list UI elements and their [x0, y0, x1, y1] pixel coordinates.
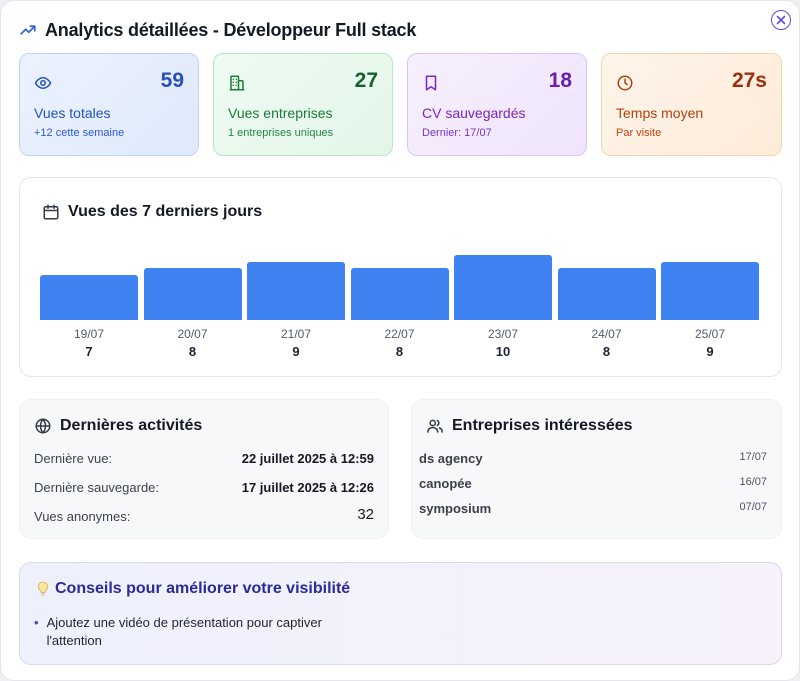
close-button[interactable] [771, 10, 791, 30]
calendar-icon [43, 204, 59, 220]
stat-label: Vues totales [34, 105, 111, 121]
company-date: 17/07 [739, 451, 767, 463]
lightbulb-icon [38, 581, 48, 597]
tips-panel: Conseils pour améliorer votre visibilité… [19, 562, 782, 665]
tip-text: Ajoutez une vidéo de présentation pour c… [46, 615, 322, 648]
company-date: 07/07 [739, 501, 767, 513]
companies-header: Entreprises intéressées [426, 417, 633, 435]
chart-bar[interactable] [454, 255, 552, 320]
chart-value-label: 9 [292, 344, 300, 359]
activity-value: 32 [357, 506, 374, 523]
chart-bar[interactable] [350, 268, 449, 320]
companies-panel: Entreprises intéressées ds agency 17/07 … [411, 399, 782, 539]
tips-title: Conseils pour améliorer votre visibilité [55, 580, 351, 597]
modal-title: Analytics détaillées - Développeur Full … [45, 19, 417, 40]
stat-label: CV sauvegardés [422, 105, 526, 121]
bullet-icon: • [34, 615, 39, 630]
chart-x-label: 19/07 [73, 327, 105, 341]
stat-sub: 1 entreprises uniques [228, 127, 334, 139]
chart-x-label: 22/07 [384, 327, 415, 341]
activity-row: Dernière vue: 22 juillet 2025 à 12:59 [34, 451, 374, 466]
bar-chart: 19/07 7 20/07 8 21/07 9 22/07 8 23/07 10 24/07 8 25/… [40, 248, 760, 368]
tip-item: • Ajoutez une vidéo de présentation pour… [34, 614, 374, 650]
chart-value-label: 8 [602, 344, 611, 359]
stat-card-average-time: 27s Temps moyen Par visite [601, 53, 782, 156]
globe-icon [35, 418, 51, 434]
stat-value: 27 [354, 69, 378, 92]
activity-label: Dernière vue: [34, 451, 113, 466]
chart-value-label: 8 [188, 344, 197, 359]
chart-value-label: 7 [85, 344, 93, 359]
bookmark-icon [425, 75, 437, 91]
stat-value: 27s [731, 69, 767, 92]
chart-value-label: 8 [395, 344, 404, 359]
users-icon [427, 419, 443, 433]
stats-row: 59 Vues totales +12 cette semaine 27 Vue… [19, 53, 782, 156]
chart-title: Vues des 7 derniers jours [68, 203, 263, 220]
stat-card-total-views: 59 Vues totales +12 cette semaine [19, 53, 199, 156]
stat-sub: Par visite [616, 127, 662, 139]
chart-bar[interactable] [143, 268, 242, 320]
tips-header: Conseils pour améliorer votre visibilité [36, 580, 350, 598]
stat-sub: +12 cette semaine [34, 127, 125, 139]
chart-x-label: 23/07 [487, 327, 519, 341]
chart-x-label: 20/07 [177, 327, 208, 341]
analytics-modal: Analytics détaillées - Développeur Full … [0, 0, 800, 681]
modal-header: Analytics détaillées - Développeur Full … [19, 17, 416, 43]
activity-label: Dernière sauvegarde: [34, 480, 160, 495]
chart-x-label: 21/07 [280, 327, 312, 341]
chart-header: Vues des 7 derniers jours [42, 203, 262, 221]
activity-panel: Dernières activités Dernière vue: 22 jui… [19, 399, 389, 539]
chart-bar[interactable] [247, 261, 345, 320]
company-date: 16/07 [739, 476, 767, 488]
chart-bar[interactable] [40, 274, 138, 320]
company-item[interactable]: ds agency 17/07 [419, 451, 767, 466]
activity-title: Dernières activités [60, 417, 203, 434]
company-name: canopée [419, 476, 472, 491]
activity-header: Dernières activités [34, 417, 202, 435]
stat-value: 18 [548, 69, 572, 92]
chart-value-label: 9 [706, 344, 714, 359]
chart-x-label: 24/07 [591, 327, 622, 341]
clock-icon [617, 75, 633, 91]
chart-value-label: 10 [495, 344, 511, 359]
companies-title: Entreprises intéressées [452, 417, 633, 434]
company-name: ds agency [419, 451, 483, 466]
stat-label: Vues entreprises [228, 105, 333, 121]
chart-x-label: 25/07 [694, 327, 726, 341]
views-chart-card: Vues des 7 derniers jours 19/07 7 20/07 8 21… [19, 177, 782, 377]
activity-row: Dernière sauvegarde: 17 juillet 2025 à 1… [34, 480, 374, 495]
chart-bar[interactable] [557, 268, 656, 320]
stat-card-saved-cv: 18 CV sauvegardés Dernier: 17/07 [407, 53, 587, 156]
activity-value: 22 juillet 2025 à 12:59 [241, 451, 374, 466]
chart-bar[interactable] [661, 261, 759, 320]
stat-sub: Dernier: 17/07 [422, 127, 492, 139]
company-item[interactable]: symposium 07/07 [419, 501, 767, 516]
activity-label: Vues anonymes: [34, 509, 131, 524]
activity-value: 17 juillet 2025 à 12:26 [241, 480, 374, 495]
building-icon [229, 75, 245, 91]
eye-icon [34, 77, 52, 89]
activity-row: Vues anonymes: 32 [34, 506, 374, 524]
stat-label: Temps moyen [616, 105, 704, 121]
company-item[interactable]: canopée 16/07 [419, 476, 767, 491]
trending-up-icon [20, 25, 36, 35]
company-name: symposium [419, 501, 492, 516]
stat-card-company-views: 27 Vues entreprises 1 entreprises unique… [213, 53, 393, 156]
close-icon [776, 15, 786, 25]
stat-value: 59 [160, 69, 184, 92]
